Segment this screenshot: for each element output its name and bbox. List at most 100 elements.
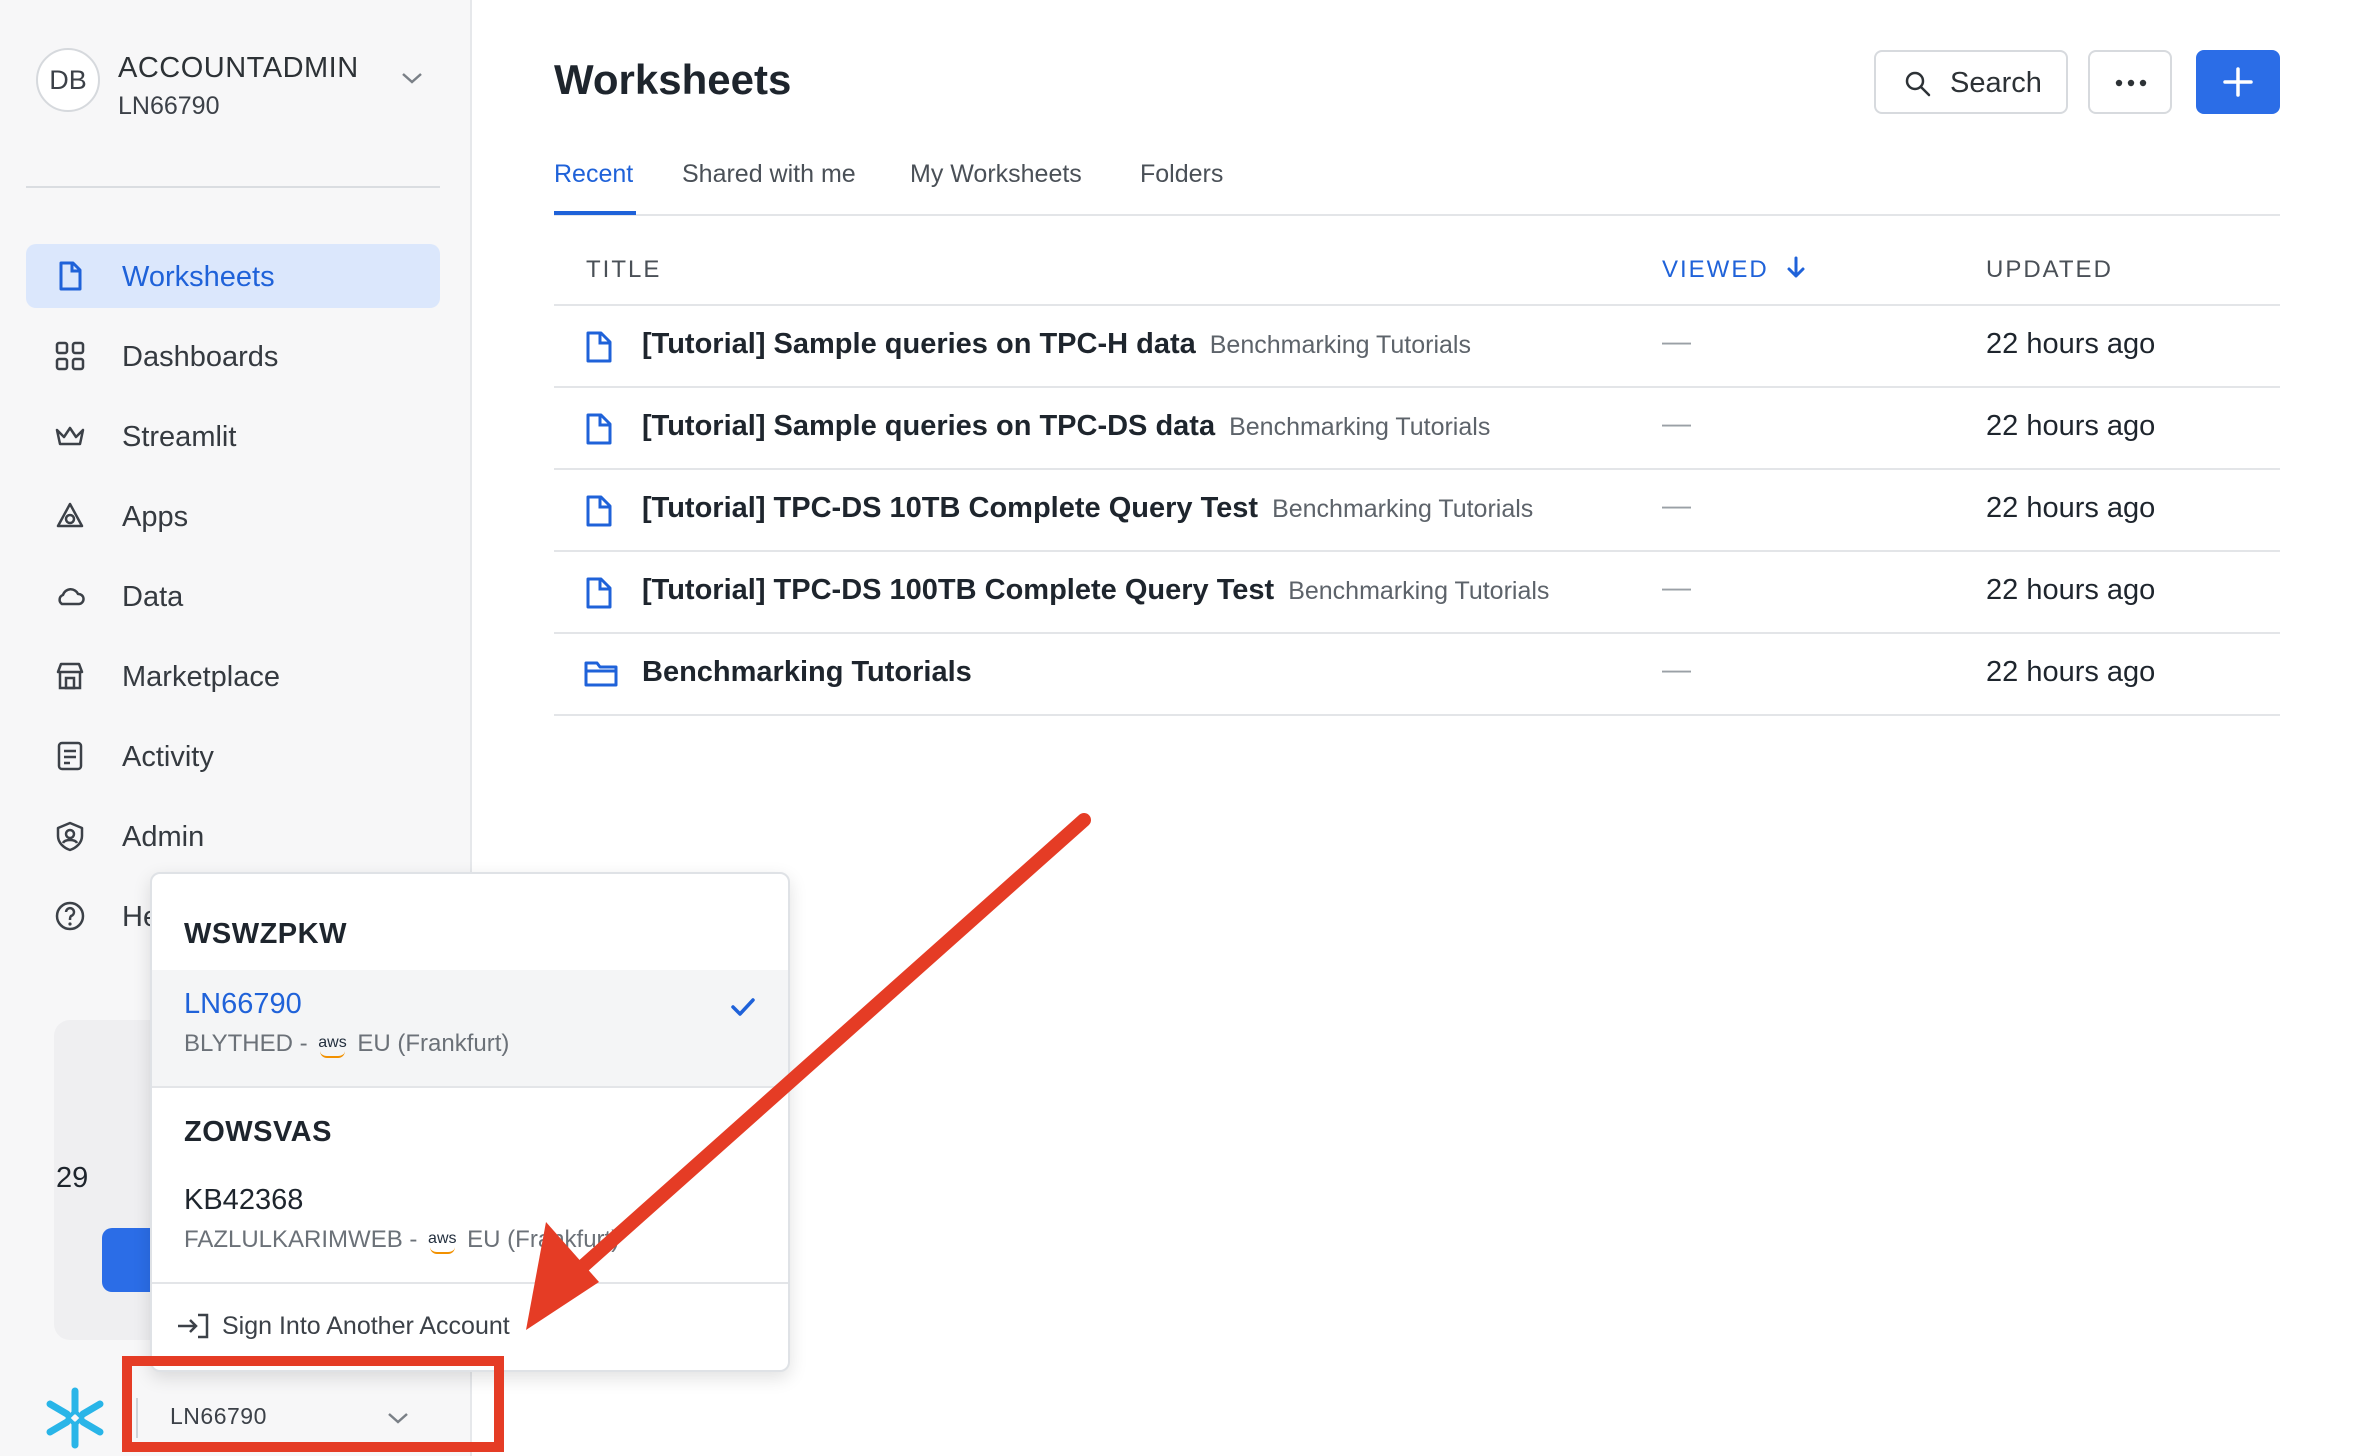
- file-icon: [586, 413, 612, 445]
- sidebar-item-data[interactable]: Data: [26, 564, 440, 628]
- column-header-title[interactable]: TITLE: [586, 256, 661, 284]
- row-type-icon: [584, 412, 614, 451]
- row-viewed: —: [1662, 572, 1691, 604]
- account-switcher[interactable]: DB ACCOUNTADMIN LN66790: [36, 48, 436, 168]
- org-name: ZOWSVAS: [184, 1116, 332, 1148]
- row-folder: Benchmarking Tutorials: [1288, 577, 1550, 605]
- account-role: ACCOUNTADMIN: [118, 52, 359, 84]
- table-row[interactable]: [Tutorial] Sample queries on TPC-H data B…: [554, 306, 2280, 388]
- grid-icon: [55, 341, 85, 371]
- row-folder: Benchmarking Tutorials: [1209, 331, 1471, 359]
- row-updated: 22 hours ago: [1986, 328, 2156, 360]
- tab-my-worksheets[interactable]: My Worksheets: [910, 160, 1082, 189]
- column-header-viewed-label: VIEWED: [1662, 256, 1769, 283]
- sidebar-item-label: Worksheets: [122, 261, 275, 293]
- sidebar-item-dashboards[interactable]: Dashboards: [26, 324, 440, 388]
- account-option-name: LN66790: [184, 988, 302, 1020]
- aws-logo-icon: aws: [318, 1034, 347, 1058]
- list-icon: [57, 741, 83, 771]
- row-title[interactable]: Benchmarking Tutorials: [642, 656, 972, 689]
- file-icon: [586, 577, 612, 609]
- row-type-icon: [584, 494, 614, 533]
- sign-into-another-account-button[interactable]: Sign Into Another Account: [176, 1306, 510, 1346]
- sign-in-icon: [178, 1313, 209, 1339]
- file-icon: [59, 261, 82, 291]
- worksheets-table: TITLE VIEWED UPDATED [Tutorial] Sample q…: [554, 246, 2280, 716]
- table-row[interactable]: [Tutorial] TPC-DS 10TB Complete Query Te…: [554, 470, 2280, 552]
- row-viewed: —: [1662, 490, 1691, 522]
- tab-folders[interactable]: Folders: [1140, 160, 1223, 189]
- sidebar-item-worksheets[interactable]: Worksheets: [26, 244, 440, 308]
- column-header-updated[interactable]: UPDATED: [1986, 256, 2113, 284]
- tab-bar: Recent Shared with me My Worksheets Fold…: [554, 160, 2280, 216]
- shield-icon: [56, 821, 84, 852]
- help-icon: [55, 901, 85, 931]
- account-option[interactable]: KB42368 FAZLULKARIMWEB - aws EU (Frankfu…: [152, 1166, 788, 1282]
- sidebar-item-label: Activity: [122, 741, 214, 773]
- tab-shared-with-me[interactable]: Shared with me: [682, 160, 856, 189]
- apps-icon: [56, 502, 84, 528]
- crown-icon: [55, 426, 85, 446]
- search-label: Search: [1950, 67, 2042, 99]
- sidebar-item-label: Marketplace: [122, 661, 280, 693]
- table-header: TITLE VIEWED UPDATED: [554, 246, 2280, 306]
- sidebar-item-label: Admin: [122, 821, 205, 853]
- row-title[interactable]: [Tutorial] TPC-DS 10TB Complete Query Te…: [642, 492, 1533, 525]
- active-tab-indicator: [554, 211, 636, 215]
- sidebar-item-label: Dashboards: [122, 341, 279, 373]
- sidebar-item-label: Apps: [122, 501, 189, 533]
- table-row[interactable]: Benchmarking Tutorials — 22 hours ago: [554, 634, 2280, 716]
- sidebar-item-admin[interactable]: Admin: [26, 804, 440, 868]
- row-viewed: —: [1662, 654, 1691, 686]
- store-icon: [56, 662, 84, 690]
- account-option-name: KB42368: [184, 1184, 304, 1216]
- chevron-down-icon[interactable]: [400, 70, 424, 86]
- row-folder: Benchmarking Tutorials: [1272, 495, 1534, 523]
- tab-recent[interactable]: Recent: [554, 160, 633, 189]
- sidebar-item-marketplace[interactable]: Marketplace: [26, 644, 440, 708]
- sign-in-label: Sign Into Another Account: [222, 1311, 510, 1340]
- file-icon: [586, 331, 612, 363]
- account-option[interactable]: LN66790 BLYTHED - aws EU (Frankfurt): [152, 970, 788, 1086]
- page-title: Worksheets: [554, 56, 792, 103]
- check-icon: [731, 998, 755, 1016]
- row-folder: Benchmarking Tutorials: [1229, 413, 1491, 441]
- menu-divider: [152, 1282, 788, 1284]
- file-icon: [586, 495, 612, 527]
- menu-divider: [152, 1086, 788, 1088]
- row-updated: 22 hours ago: [1986, 410, 2156, 442]
- avatar: DB: [36, 48, 100, 112]
- row-title[interactable]: [Tutorial] Sample queries on TPC-H data B…: [642, 328, 1471, 361]
- row-type-icon: [584, 658, 618, 693]
- more-icon: [2115, 79, 2147, 87]
- row-title[interactable]: [Tutorial] TPC-DS 100TB Complete Query T…: [642, 574, 1549, 607]
- sidebar-item-apps[interactable]: Apps: [26, 484, 440, 548]
- row-title[interactable]: [Tutorial] Sample queries on TPC-DS data…: [642, 410, 1490, 443]
- more-options-button[interactable]: [2088, 50, 2172, 114]
- account-dropdown-menu: WSWZPKW LN66790 BLYTHED - aws EU (Frankf…: [150, 872, 790, 1372]
- account-id: LN66790: [118, 92, 220, 120]
- row-updated: 22 hours ago: [1986, 656, 2156, 688]
- add-button[interactable]: [2196, 50, 2280, 114]
- table-row[interactable]: [Tutorial] TPC-DS 100TB Complete Query T…: [554, 552, 2280, 634]
- row-viewed: —: [1662, 408, 1691, 440]
- snowflake-logo-icon[interactable]: [40, 1385, 110, 1451]
- row-type-icon: [584, 330, 614, 369]
- cloud-icon: [58, 588, 85, 606]
- promo-number: 29: [56, 1162, 89, 1194]
- sidebar-item-streamlit[interactable]: Streamlit: [26, 404, 440, 468]
- row-updated: 22 hours ago: [1986, 574, 2156, 606]
- sidebar-item-activity[interactable]: Activity: [26, 724, 440, 788]
- arrow-down-icon: [1787, 256, 1805, 278]
- sidebar-divider: [26, 186, 440, 188]
- aws-logo-icon: aws: [428, 1230, 457, 1254]
- folder-icon: [584, 661, 618, 687]
- sidebar-item-label: Streamlit: [122, 421, 237, 453]
- search-button[interactable]: Search: [1874, 50, 2068, 114]
- org-name: WSWZPKW: [184, 918, 347, 950]
- sidebar-item-label: Data: [122, 581, 184, 613]
- column-header-viewed[interactable]: VIEWED: [1662, 256, 1807, 284]
- account-option-meta: BLYTHED - aws EU (Frankfurt): [184, 1030, 510, 1058]
- row-updated: 22 hours ago: [1986, 492, 2156, 524]
- table-row[interactable]: [Tutorial] Sample queries on TPC-DS data…: [554, 388, 2280, 470]
